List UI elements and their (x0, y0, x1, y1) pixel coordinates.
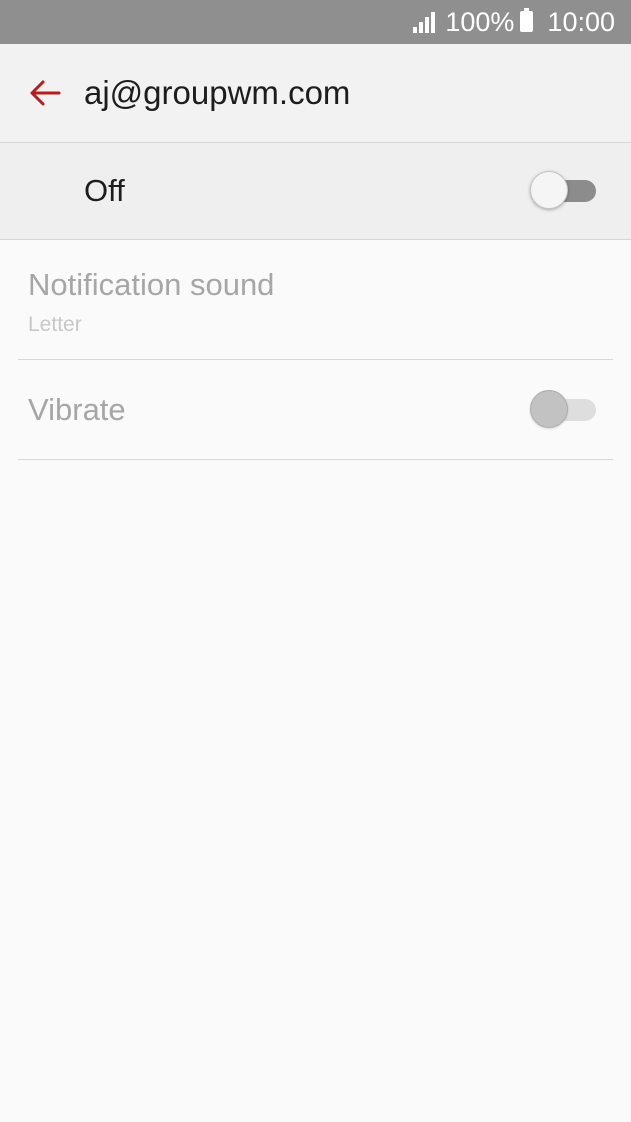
status-bar: 100% 10:00 (0, 0, 631, 44)
page-title: aj@groupwm.com (84, 74, 351, 111)
notification-sound-item[interactable]: Notification sound Letter (18, 241, 613, 360)
back-button[interactable] (24, 72, 66, 114)
signal-icon (413, 11, 436, 33)
vibrate-toggle[interactable] (530, 389, 598, 430)
switch-thumb (530, 389, 568, 428)
notification-sound-summary: Letter (28, 313, 82, 336)
notification-sound-title: Notification sound (28, 267, 275, 302)
master-switch-toggle[interactable] (530, 171, 598, 211)
clock: 10:00 (547, 6, 615, 37)
app-bar: aj@groupwm.com (0, 44, 631, 143)
switch-thumb (530, 171, 568, 209)
vibrate-title: Vibrate (28, 391, 126, 427)
battery-percentage: 100% (445, 6, 515, 37)
master-switch-row[interactable]: Off (0, 143, 631, 240)
settings-list: Notification sound Letter Vibrate (18, 241, 613, 460)
master-switch-label: Off (84, 173, 125, 208)
vibrate-item[interactable]: Vibrate (18, 360, 613, 460)
back-arrow-icon (30, 80, 61, 106)
battery-icon (520, 7, 534, 32)
